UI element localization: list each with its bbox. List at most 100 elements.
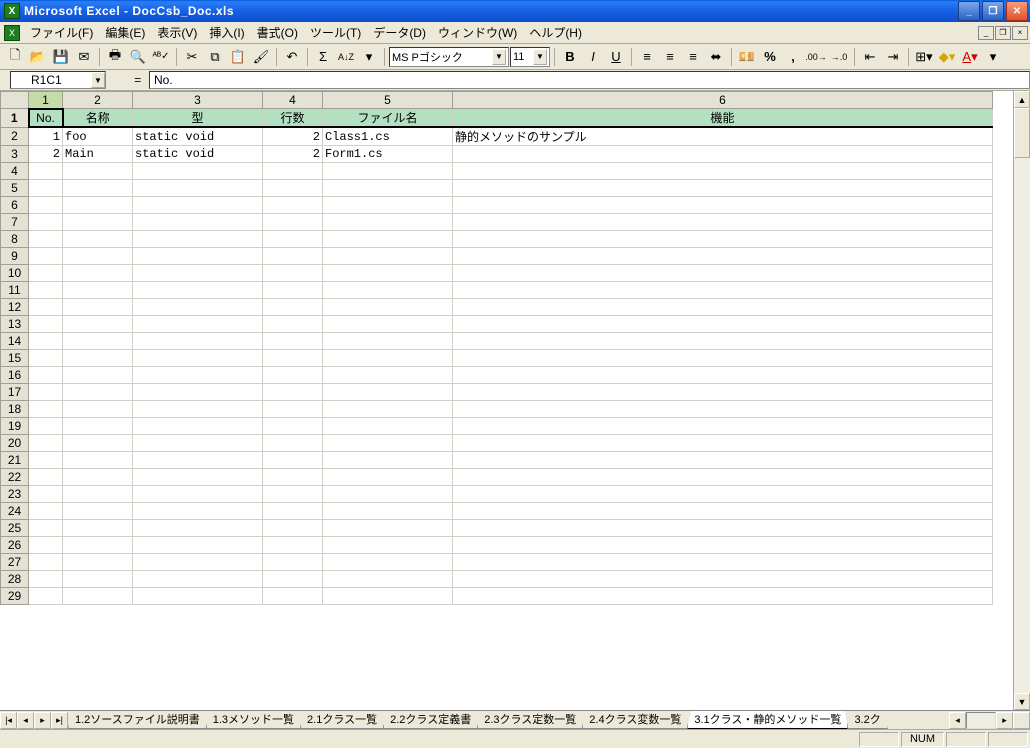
menu-insert[interactable]: 挿入(I) xyxy=(203,22,250,43)
decrease-decimal-icon[interactable]: →.0 xyxy=(828,46,850,68)
cell[interactable] xyxy=(29,214,63,231)
italic-icon[interactable]: I xyxy=(582,46,604,68)
table-header-cell[interactable]: 行数 xyxy=(263,109,323,128)
cell[interactable] xyxy=(263,401,323,418)
save-icon[interactable]: 💾 xyxy=(50,46,72,68)
cell[interactable] xyxy=(29,333,63,350)
format-painter-icon[interactable]: 🖌 xyxy=(250,46,272,68)
cell[interactable] xyxy=(133,554,263,571)
table-header-cell[interactable]: No. xyxy=(29,109,63,128)
cell[interactable] xyxy=(323,503,453,520)
cell[interactable] xyxy=(323,469,453,486)
currency-icon[interactable]: 💴 xyxy=(736,46,758,68)
row-header[interactable]: 18 xyxy=(1,401,29,418)
cell[interactable] xyxy=(133,520,263,537)
vertical-scrollbar[interactable]: ▲ ▼ xyxy=(1013,91,1030,710)
close-button[interactable]: ✕ xyxy=(1006,1,1028,21)
cell[interactable] xyxy=(323,418,453,435)
row-header[interactable]: 17 xyxy=(1,384,29,401)
cell[interactable] xyxy=(323,197,453,214)
column-header[interactable]: 5 xyxy=(323,92,453,109)
cell[interactable] xyxy=(323,554,453,571)
cell[interactable] xyxy=(63,571,133,588)
paste-icon[interactable]: 📋 xyxy=(227,46,249,68)
cell[interactable] xyxy=(63,384,133,401)
cell[interactable] xyxy=(263,265,323,282)
row-header[interactable]: 29 xyxy=(1,588,29,605)
cell[interactable] xyxy=(263,469,323,486)
align-left-icon[interactable]: ≡ xyxy=(636,46,658,68)
tab-prev-button[interactable]: ◂ xyxy=(17,712,34,729)
cell[interactable] xyxy=(263,197,323,214)
workbook-icon[interactable]: X xyxy=(4,25,20,41)
cell[interactable] xyxy=(453,146,993,163)
cell[interactable] xyxy=(63,197,133,214)
menu-edit[interactable]: 編集(E) xyxy=(99,22,151,43)
cell[interactable] xyxy=(323,367,453,384)
sheet-tab[interactable]: 1.3メソッド一覧 xyxy=(206,711,301,729)
cell[interactable] xyxy=(63,214,133,231)
cell[interactable] xyxy=(133,214,263,231)
cell[interactable]: static void xyxy=(133,146,263,163)
row-header[interactable]: 15 xyxy=(1,350,29,367)
cell[interactable] xyxy=(323,452,453,469)
cell[interactable] xyxy=(263,452,323,469)
cell[interactable] xyxy=(323,401,453,418)
cell[interactable]: 静的メソッドのサンプル xyxy=(453,127,993,146)
hscroll-track[interactable] xyxy=(966,712,996,729)
cell[interactable] xyxy=(29,537,63,554)
cell[interactable] xyxy=(29,350,63,367)
select-all-cell[interactable] xyxy=(1,92,29,109)
fill-color-icon[interactable]: ◆▾ xyxy=(936,46,958,68)
table-header-cell[interactable]: 型 xyxy=(133,109,263,128)
chevron-down-icon[interactable]: ▼ xyxy=(91,72,105,88)
cell[interactable] xyxy=(29,282,63,299)
sheet-tab[interactable]: 2.1クラス一覧 xyxy=(300,711,384,729)
cell[interactable] xyxy=(29,197,63,214)
cell[interactable] xyxy=(133,231,263,248)
cell[interactable] xyxy=(453,469,993,486)
row-header[interactable]: 19 xyxy=(1,418,29,435)
menu-data[interactable]: データ(D) xyxy=(367,22,432,43)
row-header[interactable]: 8 xyxy=(1,231,29,248)
cell[interactable] xyxy=(29,163,63,180)
row-header[interactable]: 4 xyxy=(1,163,29,180)
cell[interactable] xyxy=(453,503,993,520)
maximize-button[interactable]: ❐ xyxy=(982,1,1004,21)
cell[interactable] xyxy=(29,248,63,265)
scroll-thumb[interactable] xyxy=(1014,108,1030,158)
cell[interactable] xyxy=(323,384,453,401)
bold-icon[interactable]: B xyxy=(559,46,581,68)
mail-icon[interactable]: ✉ xyxy=(73,46,95,68)
cell[interactable] xyxy=(133,265,263,282)
column-header[interactable]: 2 xyxy=(63,92,133,109)
cell[interactable] xyxy=(133,333,263,350)
cell[interactable] xyxy=(453,180,993,197)
menu-tools[interactable]: ツール(T) xyxy=(304,22,367,43)
autosum-icon[interactable]: Σ xyxy=(312,46,334,68)
cell[interactable] xyxy=(263,571,323,588)
copy-icon[interactable]: ⧉ xyxy=(204,46,226,68)
new-icon[interactable]: 🗋 xyxy=(4,46,26,68)
cell[interactable] xyxy=(263,350,323,367)
cell[interactable] xyxy=(453,265,993,282)
row-header[interactable]: 11 xyxy=(1,282,29,299)
tab-next-button[interactable]: ▸ xyxy=(34,712,51,729)
underline-icon[interactable]: U xyxy=(605,46,627,68)
cell[interactable] xyxy=(263,333,323,350)
cell[interactable] xyxy=(263,418,323,435)
spell-icon[interactable]: ᴬᴮ✓ xyxy=(150,46,172,68)
cell[interactable] xyxy=(29,401,63,418)
cell[interactable] xyxy=(63,418,133,435)
cell[interactable] xyxy=(133,350,263,367)
sort-asc-icon[interactable]: A↓Z xyxy=(335,46,357,68)
cell[interactable] xyxy=(29,452,63,469)
scroll-track[interactable] xyxy=(1014,108,1030,693)
cell[interactable] xyxy=(63,350,133,367)
cell[interactable] xyxy=(453,435,993,452)
cell[interactable] xyxy=(133,418,263,435)
cell[interactable] xyxy=(29,503,63,520)
cell[interactable] xyxy=(29,486,63,503)
cell[interactable] xyxy=(29,435,63,452)
cell[interactable] xyxy=(323,571,453,588)
